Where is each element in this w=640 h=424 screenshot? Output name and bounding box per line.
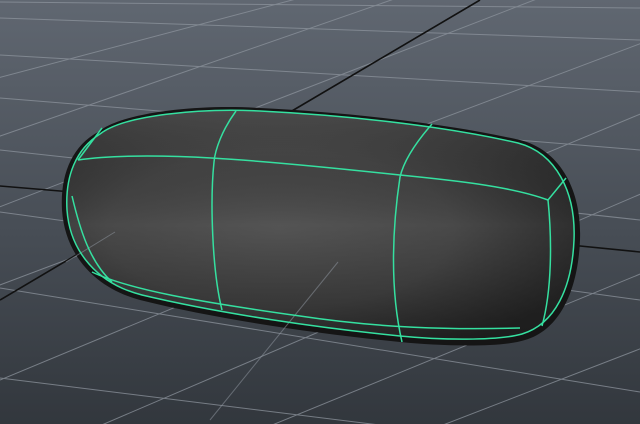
3d-viewport[interactable] — [0, 0, 640, 424]
viewport-canvas[interactable] — [0, 0, 640, 424]
